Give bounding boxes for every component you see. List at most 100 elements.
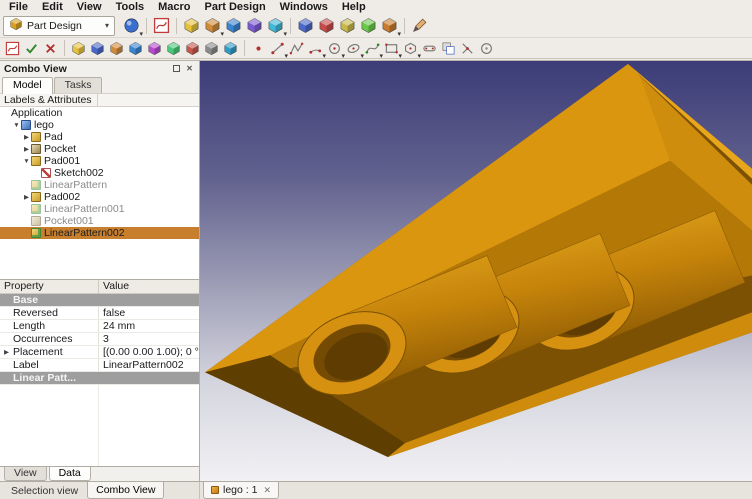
sketch-polyline-icon[interactable] [287, 39, 306, 58]
menu-tools[interactable]: Tools [109, 0, 152, 14]
sketch-polygon-icon[interactable]: ▾ [401, 39, 420, 58]
expander-icon[interactable]: ▶ [22, 145, 31, 153]
menu-edit[interactable]: Edit [35, 0, 70, 14]
chamfer-icon[interactable] [107, 39, 126, 58]
document-tab-lego[interactable]: lego : 1 ✕ [203, 482, 279, 499]
tree-item-application[interactable]: Application [0, 107, 199, 119]
tree-item-pad002[interactable]: ▶Pad002 [0, 191, 199, 203]
sketch-carbon-copy-icon[interactable] [439, 39, 458, 58]
sketch-trim-icon[interactable] [458, 39, 477, 58]
navigation-sphere-icon[interactable]: ▾ [121, 15, 142, 36]
pad-icon [31, 132, 41, 142]
expander-icon[interactable]: ▶ [22, 193, 31, 201]
body-icon[interactable] [69, 39, 88, 58]
sketch-arc-icon[interactable]: ▾ [306, 39, 325, 58]
additive-loft-icon[interactable] [223, 15, 244, 36]
panel-tab-combo-view[interactable]: Combo View [87, 482, 164, 499]
thickness-icon[interactable] [164, 39, 183, 58]
linear-pattern-icon[interactable]: ▾ [379, 15, 400, 36]
float-panel-icon[interactable] [171, 63, 182, 74]
datum-plane-icon[interactable] [202, 39, 221, 58]
fillet-icon[interactable] [126, 39, 145, 58]
property-row-placement[interactable]: ▶Placement[(0.00 0.00 1.00); 0 °; (0 mm … [0, 346, 199, 359]
menu-file[interactable]: File [2, 0, 35, 14]
value-column-header[interactable]: Value [99, 280, 199, 293]
shapebinder-icon[interactable] [221, 39, 240, 58]
draft-icon[interactable] [145, 39, 164, 58]
subtractive-loft-icon[interactable] [358, 15, 379, 36]
hole-icon[interactable] [316, 15, 337, 36]
property-value[interactable]: false [99, 307, 199, 319]
sketch-circle-icon[interactable]: ▾ [325, 39, 344, 58]
sketch-bspline-icon[interactable]: ▾ [363, 39, 382, 58]
tree-item-linearpattern001[interactable]: LinearPattern001 [0, 203, 199, 215]
property-row-label[interactable]: LabelLinearPattern002 [0, 359, 199, 372]
tree-item-lego[interactable]: ▼lego [0, 119, 199, 131]
tree-item-pad[interactable]: ▶Pad [0, 131, 199, 143]
tree-item-linearpattern[interactable]: LinearPattern [0, 179, 199, 191]
close-panel-icon[interactable]: ✕ [184, 63, 195, 74]
mirrored-icon[interactable] [183, 39, 202, 58]
groove-icon[interactable] [337, 15, 358, 36]
validate-sketch-icon[interactable] [22, 39, 41, 58]
property-name: Occurrences [13, 333, 73, 345]
tree-item-linearpattern002[interactable]: LinearPattern002 [0, 227, 199, 239]
expander-icon[interactable]: ▼ [22, 158, 31, 165]
toolbar-separator [176, 18, 177, 34]
lego-model[interactable] [200, 61, 752, 481]
boolean-icon[interactable] [88, 39, 107, 58]
property-editor: Property Value BaseReversedfalseLength 24… [0, 279, 199, 466]
close-sketch-icon[interactable] [41, 39, 60, 58]
model-tree[interactable]: Application▼lego▶Pad▶Pocket ▼ Pad001Sketch… [0, 107, 199, 279]
3d-viewport[interactable] [200, 61, 752, 481]
property-column-header[interactable]: Property [0, 280, 99, 293]
property-value[interactable]: 24 mm [99, 320, 199, 332]
sketch-slot-icon[interactable] [420, 39, 439, 58]
tree-item-sketch002[interactable]: Sketch002 [0, 167, 199, 179]
edit-pen-icon[interactable] [409, 15, 430, 36]
combo-view-panel: Combo View ✕ ModelTasks Labels & Attribu… [0, 61, 200, 481]
expander-icon[interactable]: ▼ [12, 122, 21, 129]
property-name: Length [13, 320, 45, 332]
sketch-line-icon[interactable]: ▾ [268, 39, 287, 58]
menu-part-design[interactable]: Part Design [198, 0, 273, 14]
tab-tasks[interactable]: Tasks [54, 77, 103, 93]
combo-view-titlebar: Combo View ✕ [0, 61, 199, 76]
sketch-conic-icon[interactable]: ▾ [344, 39, 363, 58]
property-group-linear-patt-[interactable]: Linear Patt... [0, 372, 199, 385]
tree-item-label: Sketch002 [54, 167, 104, 179]
menu-windows[interactable]: Windows [273, 0, 335, 14]
additive-helix-icon[interactable]: ▾ [265, 15, 286, 36]
additive-pipe-icon[interactable] [244, 15, 265, 36]
property-row-reversed[interactable]: Reversedfalse [0, 307, 199, 320]
menu-help[interactable]: Help [335, 0, 373, 14]
tree-item-pocket001[interactable]: Pocket001 [0, 215, 199, 227]
property-value[interactable]: [(0.00 0.00 1.00); 0 °; (0 mm 0 mm 0 ... [99, 346, 199, 358]
property-value[interactable]: LinearPattern002 [99, 359, 199, 371]
tab-model[interactable]: Model [2, 77, 53, 94]
property-value[interactable]: 3 [99, 333, 199, 345]
menu-view[interactable]: View [70, 0, 109, 14]
pad-icon[interactable] [181, 15, 202, 36]
expander-icon[interactable]: ▶ [4, 348, 13, 356]
expander-icon[interactable]: ▶ [22, 133, 31, 141]
pocket-icon[interactable] [295, 15, 316, 36]
tab-view[interactable]: View [4, 467, 47, 481]
workbench-selector[interactable]: Part Design ▾ [3, 16, 115, 36]
sketch-point-icon[interactable] [249, 39, 268, 58]
sketch-rectangle-icon[interactable]: ▾ [382, 39, 401, 58]
close-document-icon[interactable]: ✕ [263, 485, 271, 496]
property-group-base[interactable]: Base [0, 294, 199, 307]
tree-item-pad001[interactable]: ▼ Pad001 [0, 155, 199, 167]
tab-data[interactable]: Data [49, 467, 91, 481]
property-row-occurrences[interactable]: Occurrences 3 [0, 333, 199, 346]
create-sketch-icon[interactable] [151, 15, 172, 36]
property-row-length[interactable]: Length 24 mm [0, 320, 199, 333]
edit-sketch-icon[interactable] [3, 39, 22, 58]
tree-item-pocket[interactable]: ▶Pocket [0, 143, 199, 155]
panel-tab-selection-view[interactable]: Selection view [2, 482, 87, 499]
menu-macro[interactable]: Macro [151, 0, 197, 14]
tree-item-label: Pad001 [44, 155, 80, 167]
revolution-icon[interactable]: ▾ [202, 15, 223, 36]
sketch-extend-icon[interactable] [477, 39, 496, 58]
